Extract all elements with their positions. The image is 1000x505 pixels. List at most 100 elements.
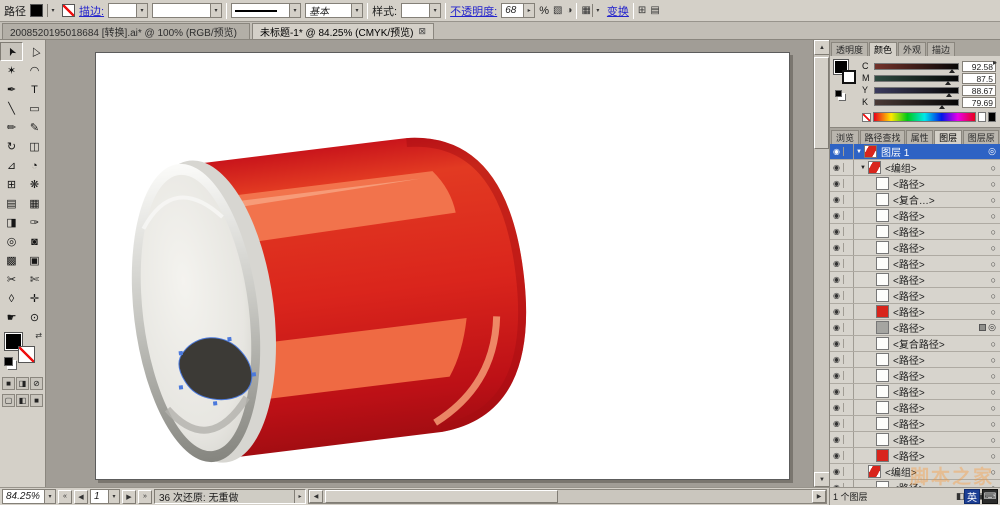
- opacity-link[interactable]: 不透明度:: [450, 3, 497, 19]
- visibility-eye-icon[interactable]: ◉: [830, 387, 844, 396]
- target-circle-icon[interactable]: [991, 435, 996, 445]
- slider-marker-icon[interactable]: [939, 105, 945, 109]
- chevron-down-icon[interactable]: ▾: [351, 4, 362, 17]
- layer-row[interactable]: ◉ <路径>: [830, 416, 1000, 432]
- visibility-eye-icon[interactable]: ◉: [830, 451, 844, 460]
- brush-dropdown[interactable]: ▾: [231, 3, 301, 18]
- target-circle-icon[interactable]: [991, 195, 996, 205]
- expander-icon[interactable]: [854, 149, 864, 155]
- page-number-dropdown[interactable]: 1▾: [90, 489, 120, 504]
- target-circle-icon[interactable]: [988, 322, 996, 333]
- target-circle-icon[interactable]: [991, 467, 996, 477]
- artboard[interactable]: [95, 52, 790, 480]
- visibility-eye-icon[interactable]: ◉: [830, 195, 844, 204]
- target-circle-icon[interactable]: [991, 371, 996, 381]
- chevron-down-icon[interactable]: ▾: [592, 4, 603, 17]
- measure-tool[interactable]: ✛: [23, 289, 46, 308]
- tab-document-1[interactable]: 2008520195018684 [转换].ai* @ 100% (RGB/预览…: [2, 23, 250, 39]
- zoom-level-dropdown[interactable]: 84.25%▾: [2, 489, 56, 504]
- zoom-tool[interactable]: ⊙: [23, 308, 46, 327]
- scroll-left-icon[interactable]: ◀: [309, 490, 323, 503]
- type-tool[interactable]: T: [23, 80, 46, 99]
- eyedropper-tool[interactable]: ✑: [23, 213, 46, 232]
- target-circle-icon[interactable]: [991, 163, 996, 173]
- tab-layers[interactable]: 图层: [934, 130, 962, 144]
- layer-row[interactable]: ◉ <路径>: [830, 304, 1000, 320]
- lock-column[interactable]: [844, 240, 854, 255]
- visibility-eye-icon[interactable]: ◉: [830, 147, 844, 156]
- live-paint-selection-tool[interactable]: ▩: [0, 251, 23, 270]
- lock-column[interactable]: [844, 176, 854, 191]
- target-circle-icon[interactable]: [991, 387, 996, 397]
- layer-row[interactable]: ◉ <路径>: [830, 224, 1000, 240]
- visibility-eye-icon[interactable]: ◉: [830, 211, 844, 220]
- close-tab-icon[interactable]: ⊠: [418, 26, 426, 37]
- expander-icon[interactable]: [858, 165, 868, 171]
- target-circle-icon[interactable]: [991, 275, 996, 285]
- stroke-none-swatch[interactable]: [62, 4, 75, 17]
- line-segment-tool[interactable]: ╲: [0, 99, 23, 118]
- gradient-mode-button[interactable]: ◨: [16, 377, 29, 390]
- visibility-eye-icon[interactable]: ◉: [830, 323, 844, 332]
- stroke-profile-dropdown[interactable]: ▾: [152, 3, 222, 18]
- color-spectrum-bar[interactable]: [873, 112, 976, 122]
- target-circle-icon[interactable]: [991, 307, 996, 317]
- pen-tool[interactable]: ✒: [0, 80, 23, 99]
- chevron-down-icon[interactable]: ▾: [210, 4, 221, 17]
- stroke-link[interactable]: 描边:: [79, 3, 104, 19]
- visibility-eye-icon[interactable]: ◉: [830, 243, 844, 252]
- chevron-right-icon[interactable]: ▸: [294, 490, 305, 503]
- mesh-tool[interactable]: ▦: [23, 194, 46, 213]
- chevron-down-icon[interactable]: ▾: [429, 4, 440, 17]
- tab-attributes[interactable]: 属性: [906, 130, 934, 144]
- graph-tool[interactable]: ▤: [0, 194, 23, 213]
- scroll-up-icon[interactable]: ▲: [814, 40, 829, 55]
- layer-row[interactable]: ◉ <路径>: [830, 272, 1000, 288]
- tab-transparency[interactable]: 透明度: [831, 42, 868, 56]
- layer-row[interactable]: ◉ <复合路径>: [830, 336, 1000, 352]
- slider-marker-icon[interactable]: [946, 93, 952, 97]
- target-circle-icon[interactable]: [991, 227, 996, 237]
- visibility-eye-icon[interactable]: ◉: [830, 179, 844, 188]
- tab-stroke[interactable]: 描边: [927, 42, 955, 56]
- direct-selection-tool[interactable]: ▷: [23, 42, 46, 61]
- next-page-icon[interactable]: ▶: [122, 490, 136, 504]
- chevron-down-icon[interactable]: ▾: [108, 490, 119, 503]
- last-page-icon[interactable]: »: [138, 490, 152, 504]
- toolbar-stroke-swatch[interactable]: [18, 346, 35, 363]
- eraser-tool[interactable]: ◊: [0, 289, 23, 308]
- lock-column[interactable]: [844, 448, 854, 463]
- swap-fill-stroke-icon[interactable]: ⇄: [35, 331, 42, 340]
- crop-area-tool[interactable]: ▣: [23, 251, 46, 270]
- visibility-eye-icon[interactable]: ◉: [830, 339, 844, 348]
- lock-column[interactable]: [844, 288, 854, 303]
- layer-row[interactable]: ◉ <路径>: [830, 384, 1000, 400]
- ime-language[interactable]: 英: [964, 489, 980, 504]
- visibility-eye-icon[interactable]: ◉: [830, 291, 844, 300]
- pencil-tool[interactable]: ✎: [23, 118, 46, 137]
- visibility-eye-icon[interactable]: ◉: [830, 467, 844, 476]
- rotate-tool[interactable]: ↻: [0, 137, 23, 156]
- none-swatch-icon[interactable]: [862, 113, 871, 122]
- blend-tool[interactable]: ◎: [0, 232, 23, 251]
- target-circle-icon[interactable]: [991, 243, 996, 253]
- hand-tool[interactable]: ☛: [0, 308, 23, 327]
- none-mode-button[interactable]: ⊘: [30, 377, 43, 390]
- tab-color[interactable]: 颜色: [869, 42, 897, 56]
- target-circle-icon[interactable]: [991, 291, 996, 301]
- layer-row[interactable]: ◉ <路径>: [830, 448, 1000, 464]
- selection-tool[interactable]: ➤: [0, 42, 23, 61]
- layer-row[interactable]: ◉ <路径>: [830, 208, 1000, 224]
- rectangle-tool[interactable]: ▭: [23, 99, 46, 118]
- lasso-tool[interactable]: ◠: [23, 61, 46, 80]
- white-swatch[interactable]: [978, 112, 986, 122]
- appearance-dropdown[interactable]: 基本▾: [305, 3, 363, 18]
- visibility-eye-icon[interactable]: ◉: [830, 419, 844, 428]
- lock-column[interactable]: [844, 192, 854, 207]
- layer-row[interactable]: ◉ <路径>: [830, 400, 1000, 416]
- lock-column[interactable]: [844, 272, 854, 287]
- lock-column[interactable]: [844, 416, 854, 431]
- transform-link[interactable]: 变换: [607, 3, 629, 19]
- lock-column[interactable]: [844, 304, 854, 319]
- lock-column[interactable]: [844, 320, 854, 335]
